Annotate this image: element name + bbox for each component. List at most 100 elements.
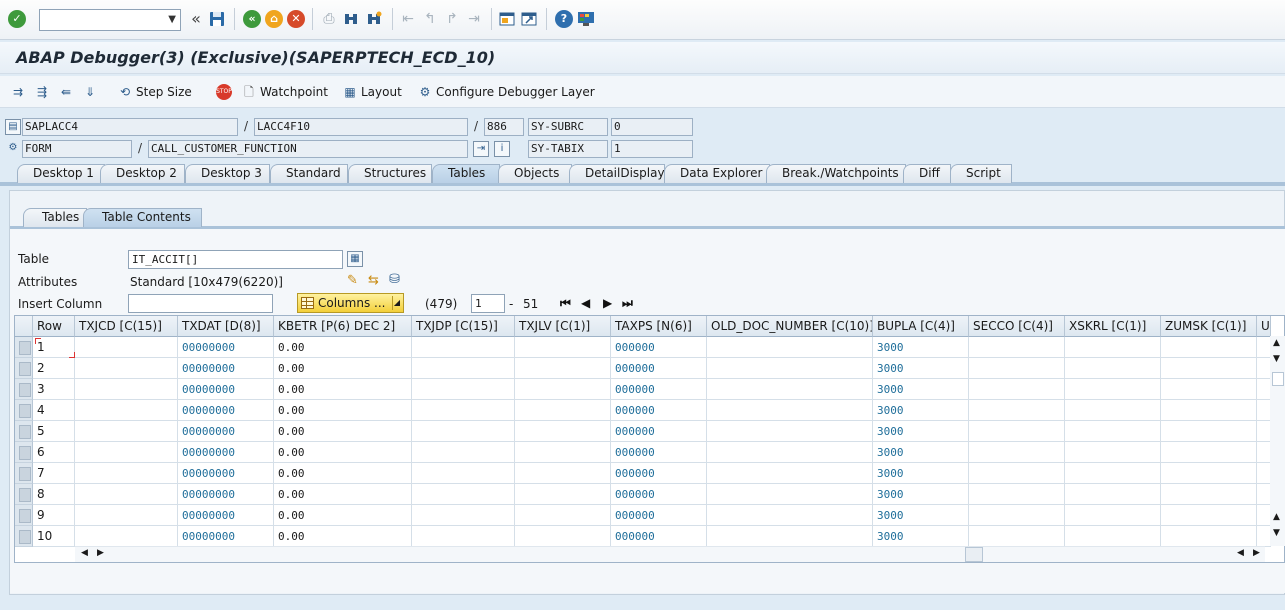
command-field[interactable]: ▼ xyxy=(39,9,181,31)
tab-data-explorer[interactable]: Data Explorer xyxy=(664,164,770,183)
save-icon[interactable] xyxy=(208,10,226,28)
table-cell[interactable]: 3000 xyxy=(873,379,969,400)
table-cell[interactable] xyxy=(1065,400,1161,421)
help-icon[interactable]: ? xyxy=(555,10,573,28)
horizontal-scroll-thumb[interactable] xyxy=(965,547,983,562)
table-cell[interactable] xyxy=(1065,484,1161,505)
chevron-down-icon[interactable]: ◢ xyxy=(392,296,401,310)
row-selector[interactable] xyxy=(15,505,33,526)
table-cell[interactable] xyxy=(75,379,178,400)
scroll-left-icon[interactable]: ◀ xyxy=(81,548,88,558)
table-cell[interactable] xyxy=(1161,379,1257,400)
tab-detaildisplay[interactable]: DetailDisplay xyxy=(569,164,665,183)
grid-corner[interactable] xyxy=(15,316,33,337)
column-header[interactable]: SECCO [C(4)] xyxy=(969,316,1065,337)
table-cell[interactable]: 00000000 xyxy=(178,526,274,547)
table-cell[interactable]: 0.00 xyxy=(274,379,412,400)
table-cell[interactable] xyxy=(1065,526,1161,547)
table-cell[interactable] xyxy=(515,337,611,358)
subtab-table-contents[interactable]: Table Contents xyxy=(83,208,202,227)
table-cell[interactable] xyxy=(412,337,515,358)
tab-script[interactable]: Script xyxy=(950,164,1012,183)
table-cell[interactable]: 0.00 xyxy=(274,442,412,463)
table-cell[interactable] xyxy=(1065,337,1161,358)
table-cell[interactable] xyxy=(515,526,611,547)
table-cell[interactable] xyxy=(412,358,515,379)
table-cell[interactable] xyxy=(75,337,178,358)
table-cell[interactable]: 00000000 xyxy=(178,421,274,442)
table-cell[interactable]: 3000 xyxy=(873,463,969,484)
row-selector[interactable] xyxy=(15,463,33,484)
table-cell[interactable] xyxy=(969,358,1065,379)
row-selector[interactable] xyxy=(15,442,33,463)
table-cell[interactable]: 0.00 xyxy=(274,526,412,547)
table-cell[interactable]: 0.00 xyxy=(274,463,412,484)
table-cell[interactable] xyxy=(1161,484,1257,505)
services-icon[interactable]: ⛁ xyxy=(389,272,400,287)
tab-break-watchpoints[interactable]: Break./Watchpoints xyxy=(766,164,906,183)
shortcut-icon[interactable] xyxy=(520,10,538,28)
execute-step-button[interactable]: ⇶ xyxy=(34,83,50,101)
table-cell[interactable] xyxy=(1065,505,1161,526)
table-cell[interactable] xyxy=(707,379,873,400)
prev-page-icon[interactable]: ↰ xyxy=(421,10,439,28)
columns-button[interactable]: Columns ... ◢ xyxy=(297,293,404,313)
chevron-down-icon[interactable]: ▼ xyxy=(168,14,176,25)
table-cell[interactable]: 00000000 xyxy=(178,442,274,463)
table-cell[interactable] xyxy=(969,421,1065,442)
table-cell[interactable] xyxy=(75,484,178,505)
table-cell[interactable] xyxy=(969,463,1065,484)
table-cell[interactable]: 0.00 xyxy=(274,400,412,421)
scroll-left-end-icon[interactable]: ◀ xyxy=(1237,548,1244,558)
watchpoint-button[interactable]: 🗋 Watchpoint xyxy=(241,83,328,101)
table-cell[interactable] xyxy=(1257,379,1271,400)
navigate-icon[interactable]: ⇥ xyxy=(473,141,489,157)
vertical-scrollbar[interactable]: ▲ ▼ ▲ ▼ xyxy=(1270,336,1285,546)
last-page-icon[interactable]: ⇥ xyxy=(465,10,483,28)
column-header[interactable]: TAXPS [N(6)] xyxy=(611,316,707,337)
table-cell[interactable]: 000000 xyxy=(611,505,707,526)
find-next-icon[interactable] xyxy=(365,10,383,28)
first-column-icon[interactable]: ⏮ xyxy=(560,296,571,311)
table-cell[interactable]: 3000 xyxy=(873,484,969,505)
insert-column-input[interactable] xyxy=(128,294,273,313)
column-header[interactable]: BUPLA [C(4)] xyxy=(873,316,969,337)
table-cell[interactable] xyxy=(707,421,873,442)
table-cell[interactable] xyxy=(1161,421,1257,442)
table-cell[interactable] xyxy=(515,358,611,379)
single-step-button[interactable]: ⇉ xyxy=(10,83,26,101)
table-cell[interactable] xyxy=(969,379,1065,400)
next-page-icon[interactable]: ↱ xyxy=(443,10,461,28)
stop-button[interactable]: STOP xyxy=(216,83,232,101)
table-cell[interactable] xyxy=(1065,379,1161,400)
row-number-cell[interactable]: 10 xyxy=(33,526,75,547)
exit-icon[interactable]: ⌂ xyxy=(265,10,283,28)
table-cell[interactable]: 0.00 xyxy=(274,337,412,358)
table-cell[interactable] xyxy=(1257,358,1271,379)
table-cell[interactable]: 3000 xyxy=(873,400,969,421)
table-cell[interactable]: 00000000 xyxy=(178,400,274,421)
table-grid-icon[interactable]: ▦ xyxy=(347,251,363,267)
scroll-down-end-icon[interactable]: ▼ xyxy=(1273,528,1280,538)
row-number-cell[interactable]: 8 xyxy=(33,484,75,505)
table-cell[interactable] xyxy=(707,526,873,547)
table-cell[interactable] xyxy=(1257,484,1271,505)
table-cell[interactable] xyxy=(1161,358,1257,379)
first-page-icon[interactable]: ⇤ xyxy=(399,10,417,28)
tab-desktop-1[interactable]: Desktop 1 xyxy=(17,164,105,183)
column-header[interactable]: TXJCD [C(15)] xyxy=(75,316,178,337)
table-cell[interactable]: 000000 xyxy=(611,442,707,463)
table-cell[interactable] xyxy=(1161,400,1257,421)
transfer-icon[interactable]: ⇆ xyxy=(368,273,379,288)
table-cell[interactable] xyxy=(515,379,611,400)
return-button[interactable]: ⇚ xyxy=(58,83,74,101)
table-cell[interactable] xyxy=(1257,400,1271,421)
table-cell[interactable] xyxy=(969,400,1065,421)
table-cell[interactable] xyxy=(75,463,178,484)
table-cell[interactable] xyxy=(412,526,515,547)
double-left-icon[interactable]: « xyxy=(187,10,205,28)
table-cell[interactable] xyxy=(1161,442,1257,463)
table-cell[interactable]: 00000000 xyxy=(178,358,274,379)
tab-desktop-2[interactable]: Desktop 2 xyxy=(100,164,185,183)
table-cell[interactable] xyxy=(515,400,611,421)
